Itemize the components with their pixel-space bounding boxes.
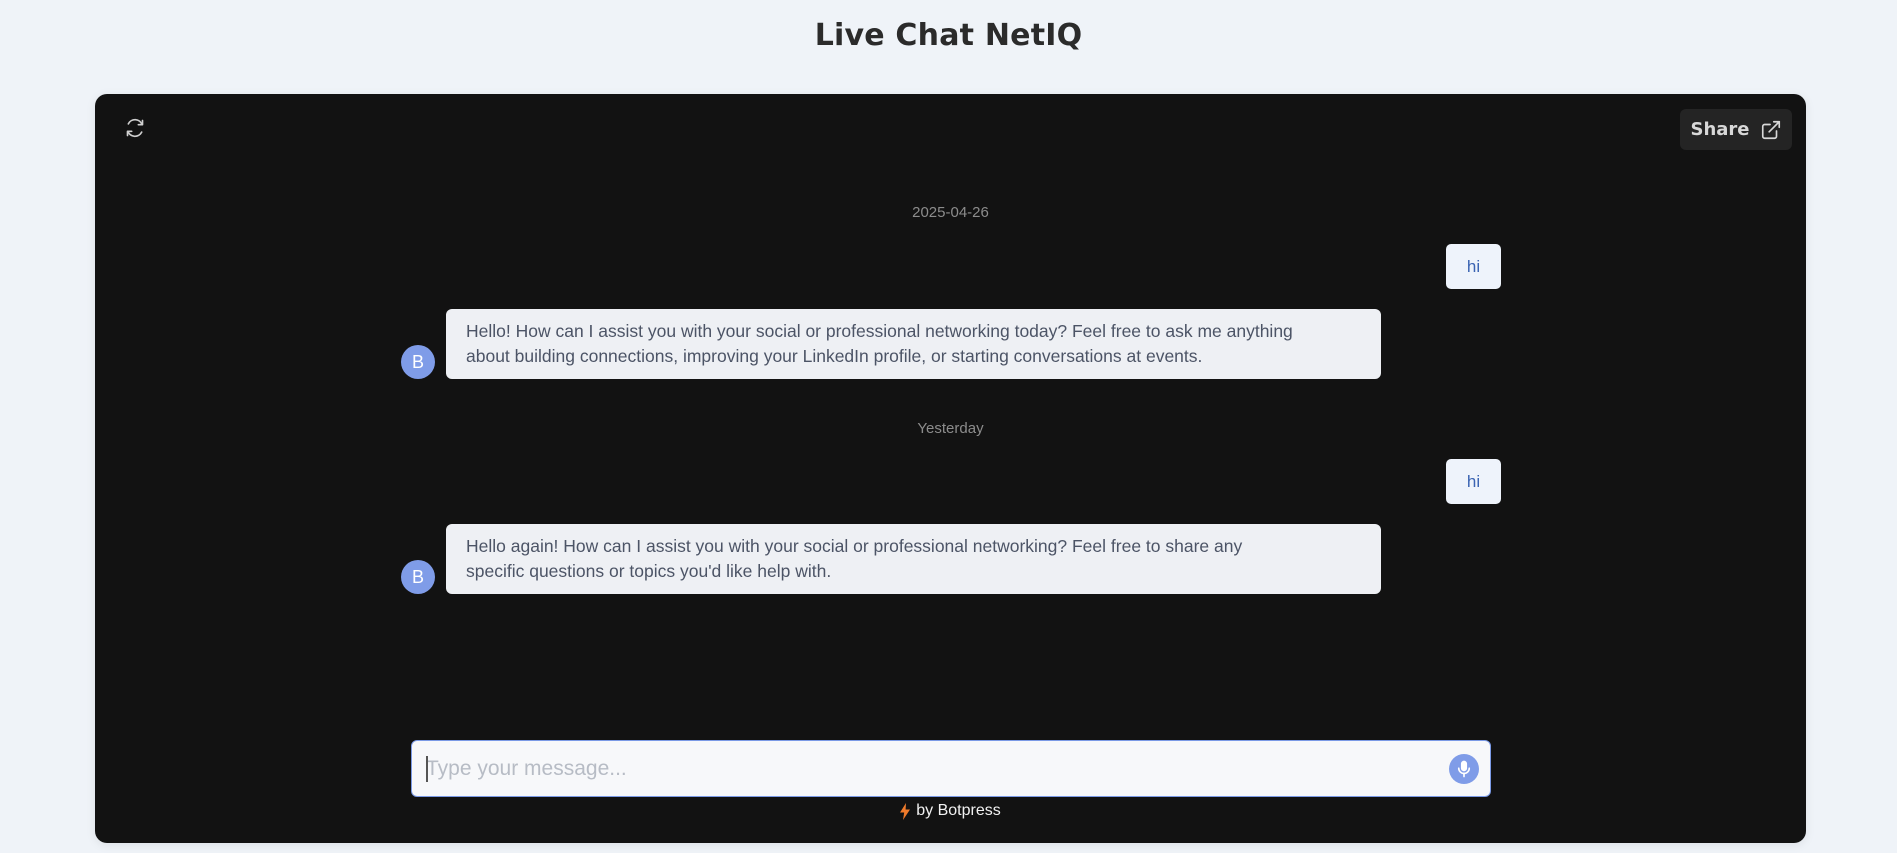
date-separator: 2025-04-26	[912, 204, 989, 221]
powered-by-link[interactable]: by Botpress	[916, 802, 1000, 820]
bot-avatar: B	[401, 345, 435, 379]
refresh-button[interactable]	[123, 116, 147, 140]
external-link-icon	[1761, 120, 1780, 139]
powered-by-footer: by Botpress	[95, 802, 1806, 820]
share-button[interactable]: Share	[1680, 109, 1792, 150]
bot-message: Hello! How can I assist you with your so…	[446, 309, 1381, 379]
user-message: hi	[1446, 459, 1501, 504]
bot-message-line: about building connections, improving yo…	[466, 346, 1203, 366]
page-title: Live Chat NetIQ	[814, 18, 1083, 53]
message-composer	[411, 740, 1491, 797]
bot-message-line: Hello! How can I assist you with your so…	[466, 321, 1293, 341]
microphone-icon	[1457, 760, 1471, 778]
user-message: hi	[1446, 244, 1501, 289]
bot-message: Hello again! How can I assist you with y…	[446, 524, 1381, 594]
text-caret	[426, 756, 428, 782]
microphone-button[interactable]	[1449, 754, 1479, 784]
bot-avatar: B	[401, 560, 435, 594]
bot-message-line: Hello again! How can I assist you with y…	[466, 536, 1243, 556]
chat-window: Share 2025-04-26 hi B Hello! How can I a…	[95, 94, 1806, 843]
share-label: Share	[1690, 119, 1750, 140]
bolt-icon	[900, 802, 911, 820]
bot-message-line: specific questions or topics you'd like …	[466, 561, 832, 581]
date-separator: Yesterday	[917, 420, 984, 437]
refresh-icon	[126, 118, 144, 138]
message-input[interactable]	[426, 741, 1426, 796]
